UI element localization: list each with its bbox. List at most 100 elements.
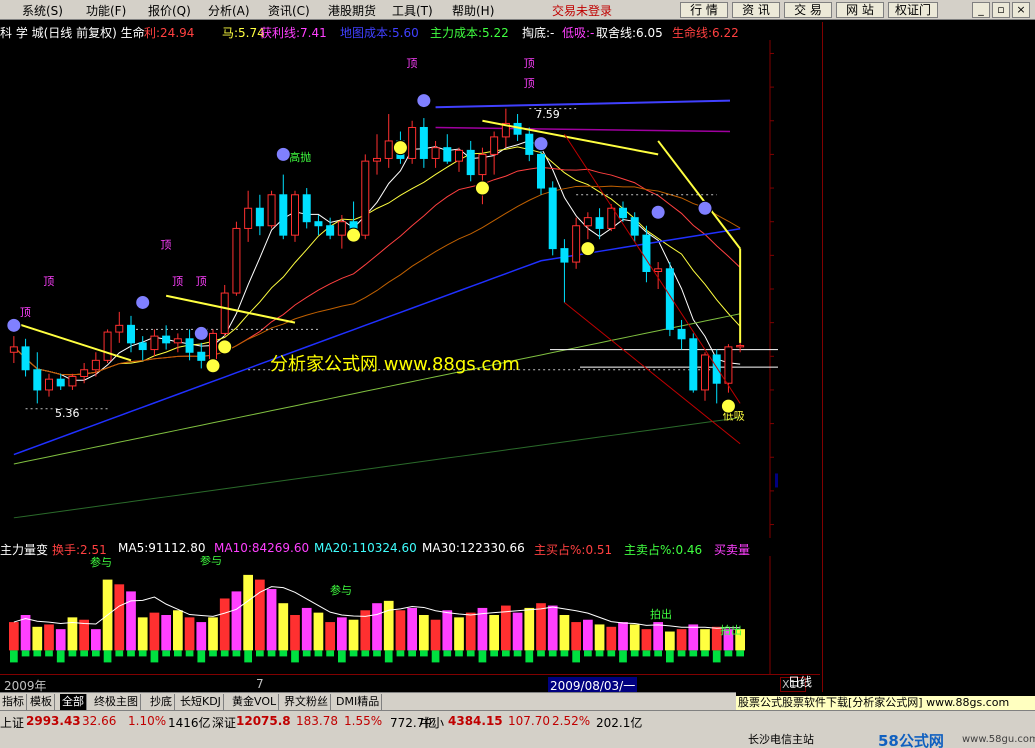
volume-bar xyxy=(442,610,453,651)
indicator-tabs: 指标 模板 全部 终极主图 抄底 长短KDJ 黄金VOL 界文粉丝 DMI精品 xyxy=(0,692,736,710)
buy-row[interactable] xyxy=(823,230,1035,249)
tab-4[interactable]: 抄底 xyxy=(148,694,175,710)
volume-bar-negative xyxy=(349,650,358,657)
indicator-bottom: 掏底:- xyxy=(522,26,555,40)
menu-system[interactable]: 系统(S) xyxy=(22,2,63,19)
index-field: 上证 xyxy=(0,716,25,730)
menu-quote[interactable]: 报价(Q) xyxy=(148,2,191,19)
quote-panel xyxy=(822,22,1035,692)
candle-body xyxy=(326,225,335,236)
candle-body xyxy=(701,354,709,391)
volume-bar-negative xyxy=(443,650,452,657)
sell-row[interactable] xyxy=(823,92,1035,111)
menu-analysis[interactable]: 分析(A) xyxy=(208,2,250,19)
candle-body xyxy=(736,345,745,348)
trade-button[interactable]: 交 易 xyxy=(784,2,832,18)
tick-row xyxy=(823,442,1035,460)
stat-row xyxy=(823,366,1035,385)
volume-bar-negative xyxy=(103,650,112,663)
ad-banner[interactable]: 股票公式股票软件下载[分析家公式网] www.88gs.com xyxy=(736,696,1035,710)
restore-icon[interactable]: ▫ xyxy=(992,2,1010,18)
candle-body xyxy=(642,234,651,273)
tick-row xyxy=(823,496,1035,514)
volume-bar-negative xyxy=(162,650,170,657)
volume-marker: 参与 xyxy=(200,556,222,567)
sell-row[interactable] xyxy=(823,132,1035,151)
volume-bar xyxy=(9,622,19,651)
buy-row[interactable] xyxy=(823,250,1035,269)
sell-row[interactable] xyxy=(823,152,1035,171)
buy-row[interactable] xyxy=(823,210,1035,229)
weibi-row xyxy=(823,50,1035,69)
tick-row xyxy=(823,658,1035,676)
buy-row[interactable] xyxy=(823,170,1035,189)
volume-bar xyxy=(676,629,687,651)
trade-login-status: 交易未登录 xyxy=(552,4,613,18)
menu-news[interactable]: 资讯(C) xyxy=(268,2,310,19)
chart-annotation: 顶 xyxy=(524,57,535,70)
candle-body xyxy=(630,217,639,236)
candle-body xyxy=(537,153,545,189)
volume-bar-negative xyxy=(209,650,217,657)
server-label: 长沙电信主站 xyxy=(748,733,814,746)
volume-bar xyxy=(278,603,289,651)
tab-0[interactable]: 指标 xyxy=(0,694,27,710)
candle-body xyxy=(80,369,89,377)
volume-bar xyxy=(653,622,663,651)
tab-5[interactable]: 长短KDJ xyxy=(178,694,224,710)
sell-row[interactable] xyxy=(823,72,1035,91)
tab-2[interactable]: 全部 xyxy=(60,694,87,710)
tab-6[interactable]: 黄金VOL xyxy=(230,694,280,710)
candle-body xyxy=(185,338,194,353)
tab-8[interactable]: DMI精品 xyxy=(334,694,383,710)
tab-1[interactable]: 模板 xyxy=(28,694,55,710)
menu-hk-futures[interactable]: 港股期货 xyxy=(328,2,376,19)
candle-body xyxy=(138,342,147,351)
tick-row xyxy=(823,640,1035,658)
candle-body xyxy=(91,359,100,371)
volume-bar-negative xyxy=(10,650,18,663)
website-button[interactable]: 网 站 xyxy=(836,2,884,18)
volume-bar-negative xyxy=(607,650,616,657)
buy-row[interactable] xyxy=(823,190,1035,209)
news-button[interactable]: 资 讯 xyxy=(732,2,780,18)
volume-bar-negative xyxy=(256,650,264,657)
price-chart[interactable]: 8.007.757.507.257.006.756.506.256.005.75… xyxy=(0,40,778,538)
volume-bar xyxy=(536,603,546,651)
candle-body xyxy=(209,332,217,361)
period-label[interactable]: 日线 xyxy=(788,673,812,690)
tab-3[interactable]: 终极主图 xyxy=(92,694,141,710)
cost-line-blue xyxy=(13,227,741,456)
menu-help[interactable]: 帮助(H) xyxy=(452,2,494,19)
volume-bar xyxy=(641,629,652,651)
volume-bar xyxy=(383,600,394,651)
sell-row[interactable] xyxy=(823,112,1035,131)
volume-bar-negative xyxy=(736,650,744,657)
stock-header[interactable] xyxy=(823,26,1035,45)
volume-bar-negative xyxy=(654,650,662,657)
volume-bar-negative xyxy=(197,650,206,663)
minimize-icon[interactable]: _ xyxy=(972,2,990,18)
quote-button[interactable]: 行 情 xyxy=(680,2,728,18)
tick-row xyxy=(823,514,1035,532)
index-field: 12075.8 xyxy=(236,714,291,728)
volume-chart[interactable]: 30000150000参与参与参与拍出拍出 xyxy=(0,556,778,674)
close-icon[interactable]: × xyxy=(1012,2,1030,18)
candle-body xyxy=(232,227,241,294)
volume-bar-negative xyxy=(420,650,428,657)
volume-bar xyxy=(547,605,558,651)
volume-bar-negative xyxy=(466,650,475,657)
yellow-trend-line xyxy=(13,321,132,362)
tick-row xyxy=(823,622,1035,640)
index-field: 中小 xyxy=(420,716,445,730)
tab-7[interactable]: 界文粉丝 xyxy=(282,694,331,710)
menu-tools[interactable]: 工具(T) xyxy=(392,2,433,19)
chart-annotation: 顶 xyxy=(160,239,171,252)
volume-bar-negative xyxy=(396,650,405,657)
volume-bar xyxy=(79,619,89,651)
volume-bar xyxy=(594,624,605,651)
candle-body xyxy=(267,194,276,227)
volume-bar xyxy=(184,617,195,651)
menu-function[interactable]: 功能(F) xyxy=(86,2,126,19)
warrant-button[interactable]: 权证门 xyxy=(888,2,938,18)
